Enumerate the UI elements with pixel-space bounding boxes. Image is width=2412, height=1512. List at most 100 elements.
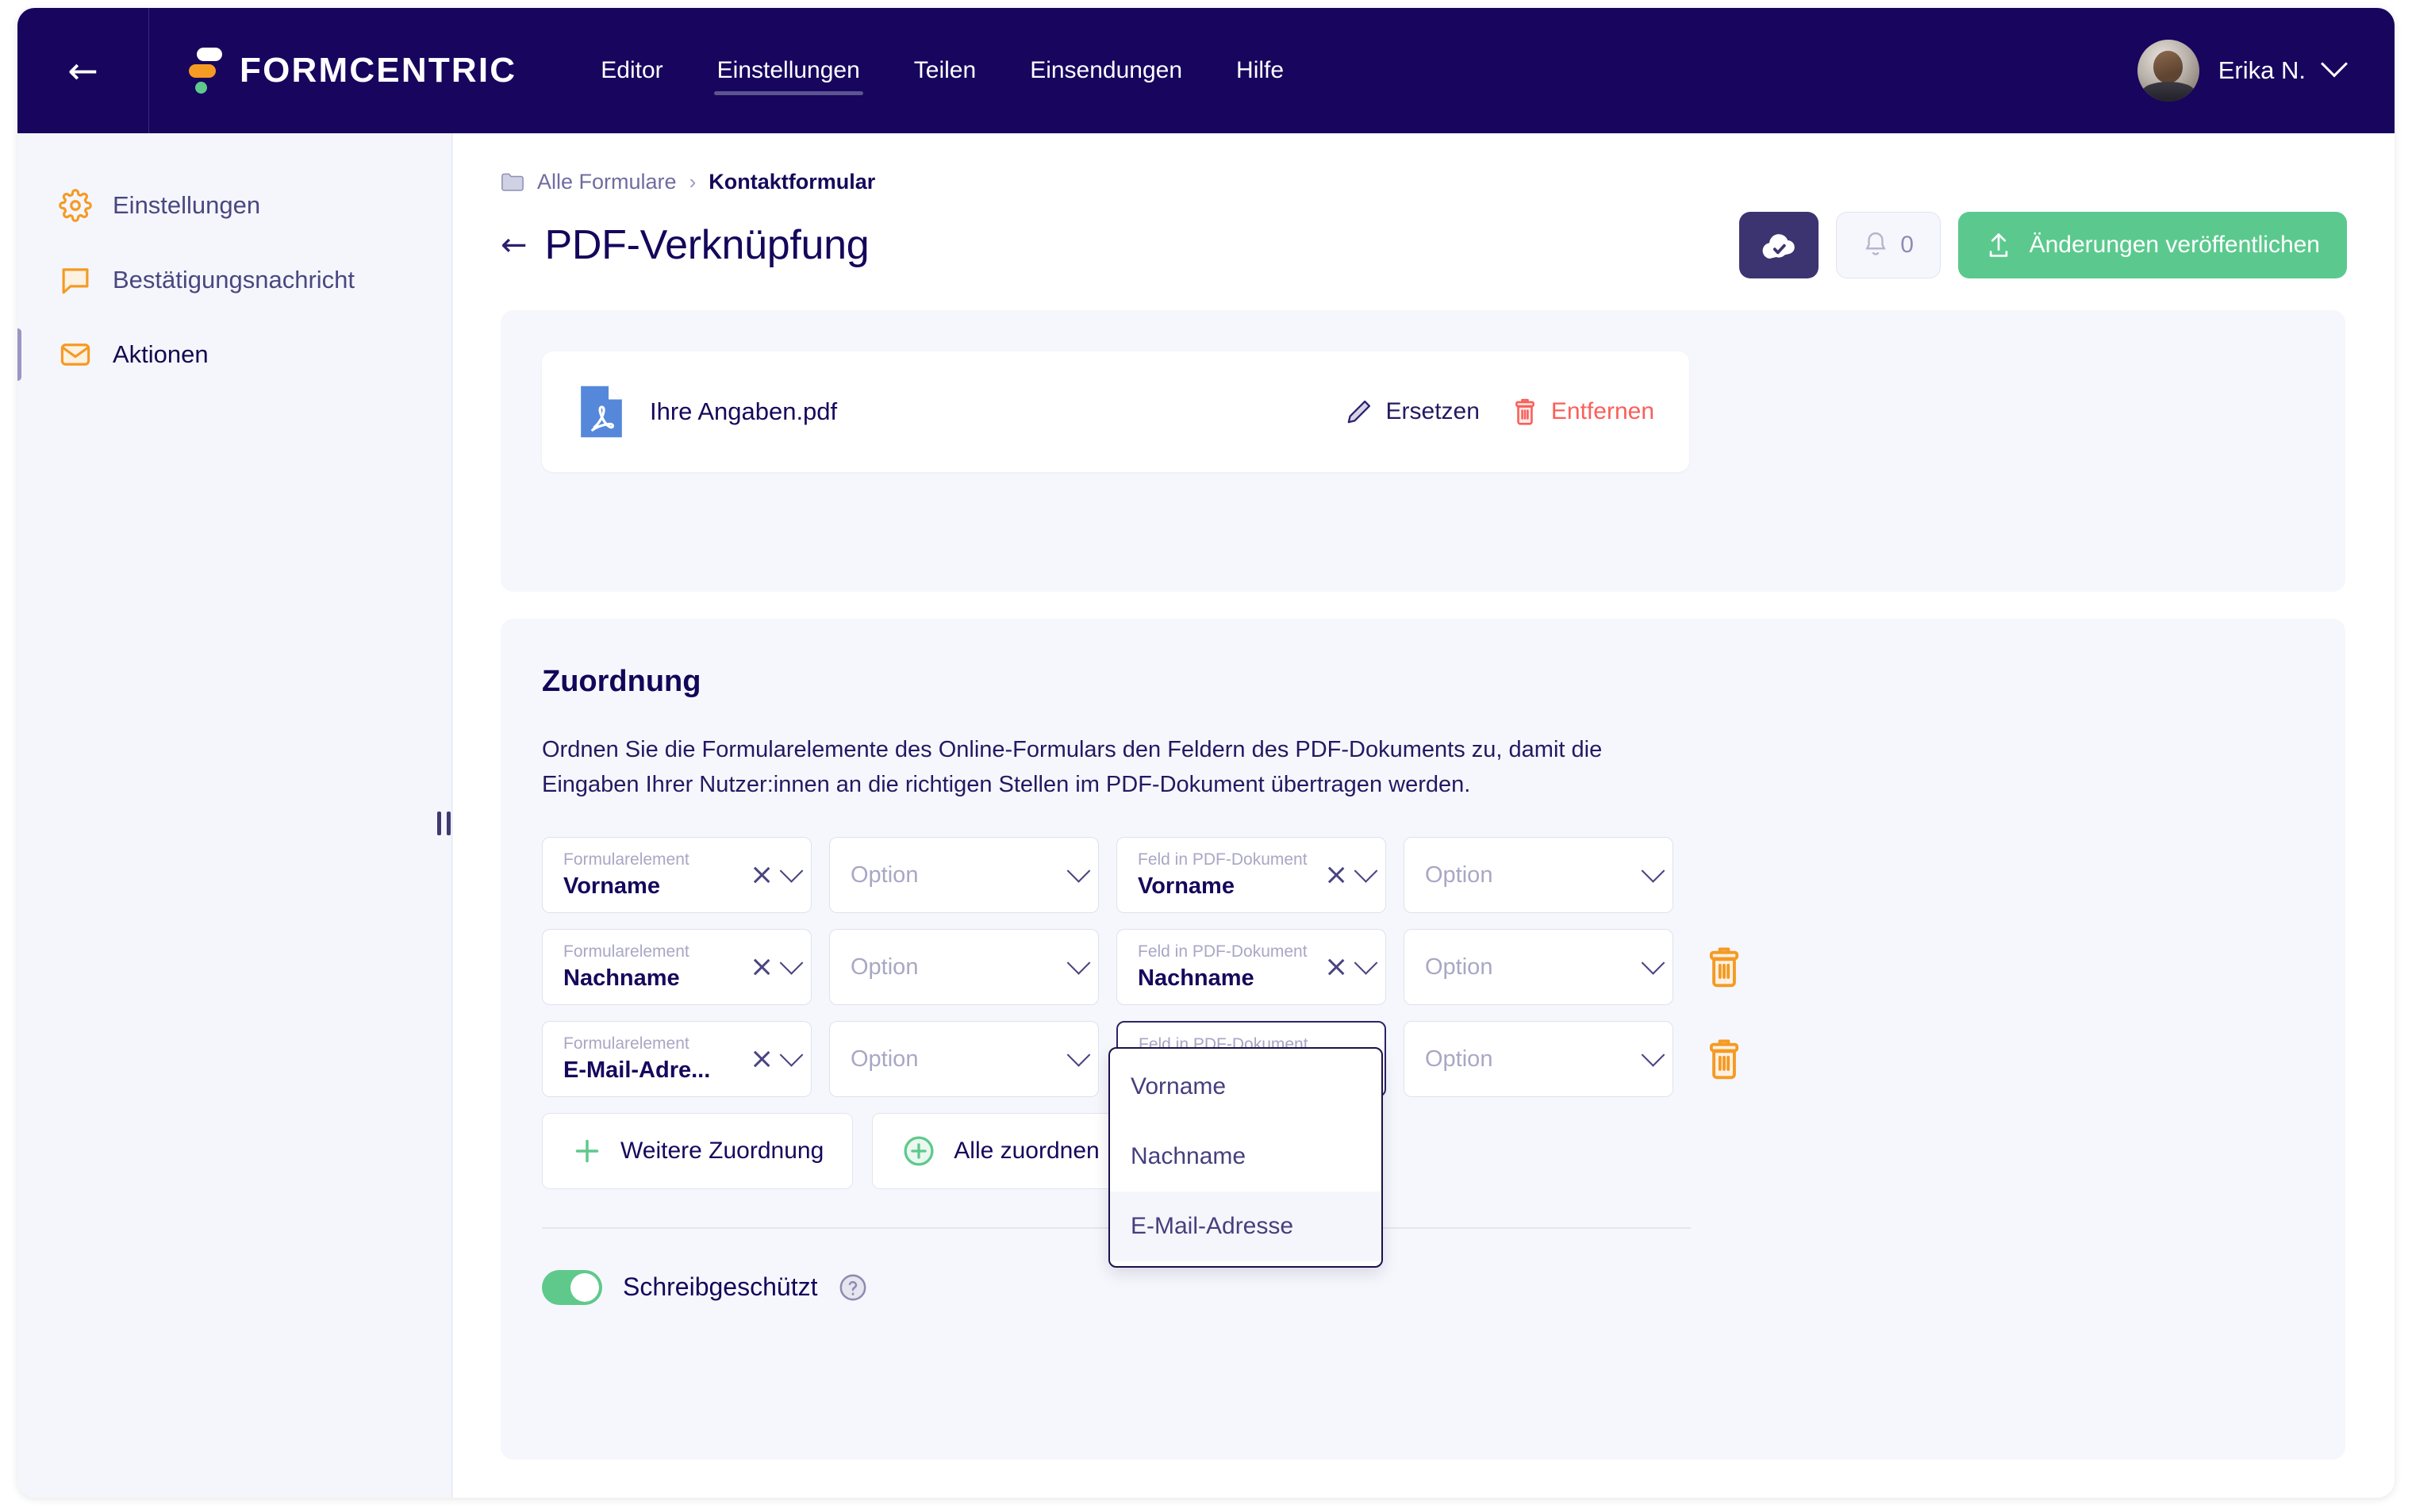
remove-file-button[interactable]: Entfernen: [1511, 397, 1654, 427]
option-placeholder: Option: [851, 862, 919, 888]
app-frame: ← FORMCENTRIC Editor Einstellungen Teile…: [17, 8, 2395, 1498]
formcentric-mark-icon: [189, 45, 224, 96]
publish-label: Änderungen veröffentlichen: [2029, 232, 2320, 258]
dropdown-option-selected[interactable]: E-Mail-Adresse: [1110, 1192, 1381, 1261]
nav-item-einsendungen[interactable]: Einsendungen: [1003, 48, 1209, 94]
user-menu[interactable]: Erika N.: [2137, 8, 2348, 133]
cloud-save-button[interactable]: [1738, 212, 1819, 278]
nav-item-hilfe[interactable]: Hilfe: [1209, 48, 1311, 94]
dropdown-option[interactable]: Vorname: [1110, 1052, 1381, 1122]
chevron-down-icon[interactable]: [1354, 950, 1378, 975]
clear-icon[interactable]: [751, 865, 772, 885]
global-back-button[interactable]: ←: [17, 8, 149, 133]
readonly-toggle-row: Schreibgeschützt: [542, 1269, 2304, 1305]
option-select-left[interactable]: Option: [829, 1021, 1099, 1098]
top-navigation-bar: ← FORMCENTRIC Editor Einstellungen Teile…: [17, 8, 2395, 133]
clear-icon[interactable]: [1326, 865, 1346, 885]
section-description: Ordnen Sie die Formularelemente des Onli…: [542, 737, 1603, 798]
option-select-right[interactable]: Option: [1404, 837, 1673, 914]
chevron-down-icon[interactable]: [1066, 950, 1091, 975]
add-mapping-button[interactable]: Weitere Zuordnung: [542, 1113, 854, 1190]
option-placeholder: Option: [1425, 1046, 1493, 1072]
chevron-down-icon[interactable]: [1066, 858, 1091, 883]
mapping-row: Formularelement E-Mail-Adre... Option Fe…: [542, 1021, 2304, 1098]
form-element-select[interactable]: Formularelement E-Mail-Adre...: [542, 1021, 812, 1098]
chevron-down-icon[interactable]: [1641, 950, 1665, 975]
chevron-down-icon[interactable]: [779, 950, 804, 975]
dropdown-option[interactable]: Nachname: [1110, 1122, 1381, 1192]
brand-name: FORMCENTRIC: [240, 51, 517, 90]
section-title: Zuordnung: [542, 665, 701, 698]
nav-item-teilen[interactable]: Teilen: [887, 48, 1003, 94]
chevron-down-icon[interactable]: [1641, 858, 1665, 883]
nav-item-einstellungen[interactable]: Einstellungen: [690, 48, 887, 95]
mapping-row: Formularelement Vorname Option Feld in P…: [542, 837, 2304, 914]
delete-row-button[interactable]: [1702, 1037, 1746, 1081]
breadcrumb-root[interactable]: Alle Formulare: [537, 170, 677, 194]
readonly-toggle[interactable]: [542, 1269, 602, 1305]
settings-sidebar: Einstellungen Bestätigungsnachricht Akti…: [17, 133, 452, 1498]
speech-bubble-icon: [62, 268, 89, 294]
publish-changes-button[interactable]: Änderungen veröffentlichen: [1957, 212, 2347, 278]
sidebar-item-einstellungen[interactable]: Einstellungen: [17, 168, 451, 243]
form-element-select[interactable]: Formularelement Vorname: [542, 837, 812, 914]
form-element-select[interactable]: Formularelement Nachname: [542, 929, 812, 1006]
notification-count: 0: [1900, 232, 1914, 258]
sidebar-item-bestaetigungsnachricht[interactable]: Bestätigungsnachricht: [17, 243, 451, 317]
page-title: PDF-Verknüpfung: [544, 222, 870, 268]
page-back-button[interactable]: ←: [501, 229, 528, 261]
pdf-field-value: Nachname: [1138, 965, 1254, 992]
pdf-file-name: Ihre Angaben.pdf: [650, 397, 838, 425]
option-select-left[interactable]: Option: [829, 837, 1099, 914]
clear-icon[interactable]: [751, 1049, 772, 1069]
pdf-field-dropdown: Vorname Nachname E-Mail-Adresse: [1108, 1047, 1383, 1268]
question-circle-icon[interactable]: [838, 1272, 868, 1303]
notifications-button[interactable]: 0: [1835, 212, 1941, 278]
chevron-down-icon[interactable]: [779, 858, 804, 883]
option-select-right[interactable]: Option: [1404, 929, 1673, 1006]
option-select-left[interactable]: Option: [829, 929, 1099, 1006]
nav-item-editor[interactable]: Editor: [574, 48, 689, 94]
option-placeholder: Option: [1425, 862, 1493, 888]
trash-icon: [1515, 398, 1534, 425]
readonly-toggle-label: Schreibgeschützt: [623, 1272, 818, 1302]
user-name: Erika N.: [2218, 56, 2306, 84]
pdf-field-value: Vorname: [1138, 873, 1235, 900]
mapping-rows: Formularelement Vorname Option Feld in P…: [542, 837, 2304, 1190]
pdf-field-label: Feld in PDF-Dokument: [1138, 942, 1308, 961]
map-all-button[interactable]: Alle zuordnen: [872, 1113, 1129, 1190]
option-placeholder: Option: [1425, 954, 1493, 980]
plus-circle-icon: [904, 1136, 934, 1166]
sidebar-label: Aktionen: [113, 340, 209, 368]
main-content: Alle Formulare › Kontaktformular ← PDF-V…: [453, 133, 2395, 1498]
app-root: ← FORMCENTRIC Editor Einstellungen Teile…: [0, 0, 2412, 1512]
pdf-field-select[interactable]: Feld in PDF-Dokument Nachname: [1116, 929, 1386, 1006]
replace-label: Ersetzen: [1385, 398, 1480, 424]
chevron-down-icon[interactable]: [779, 1042, 804, 1067]
form-element-label: Formularelement: [563, 942, 689, 961]
pdf-file-card: Ihre Angaben.pdf Ersetzen Entfernen: [501, 310, 2345, 592]
cloud-check-icon: [1762, 234, 1795, 259]
form-element-value: E-Mail-Adre...: [563, 1057, 711, 1084]
breadcrumb: Alle Formulare › Kontaktformular: [501, 170, 2347, 194]
chevron-down-icon[interactable]: [1354, 858, 1378, 883]
pdf-field-label: Feld in PDF-Dokument: [1138, 850, 1308, 869]
brand-logo[interactable]: FORMCENTRIC: [189, 45, 517, 96]
replace-file-button[interactable]: Ersetzen: [1345, 397, 1480, 426]
chevron-down-icon[interactable]: [1641, 1042, 1665, 1067]
form-element-value: Vorname: [563, 873, 660, 900]
pdf-field-select[interactable]: Feld in PDF-Dokument Vorname: [1116, 837, 1386, 914]
delete-row-button[interactable]: [1702, 945, 1746, 989]
sidebar-resize-handle[interactable]: [433, 805, 454, 842]
bell-icon: [1865, 232, 1886, 255]
breadcrumb-separator: ›: [689, 170, 697, 194]
sidebar-label: Einstellungen: [113, 191, 261, 219]
breadcrumb-current: Kontaktformular: [709, 170, 876, 194]
chevron-down-icon[interactable]: [1066, 1042, 1091, 1067]
clear-icon[interactable]: [751, 957, 772, 977]
clear-icon[interactable]: [1326, 957, 1346, 977]
mapping-add-buttons: Weitere Zuordnung Alle zuordnen: [542, 1113, 2304, 1190]
sidebar-item-aktionen[interactable]: Aktionen: [17, 317, 451, 392]
option-select-right[interactable]: Option: [1404, 1021, 1673, 1098]
mapping-card: Zuordnung Ordnen Sie die Formularelement…: [501, 619, 2345, 1460]
